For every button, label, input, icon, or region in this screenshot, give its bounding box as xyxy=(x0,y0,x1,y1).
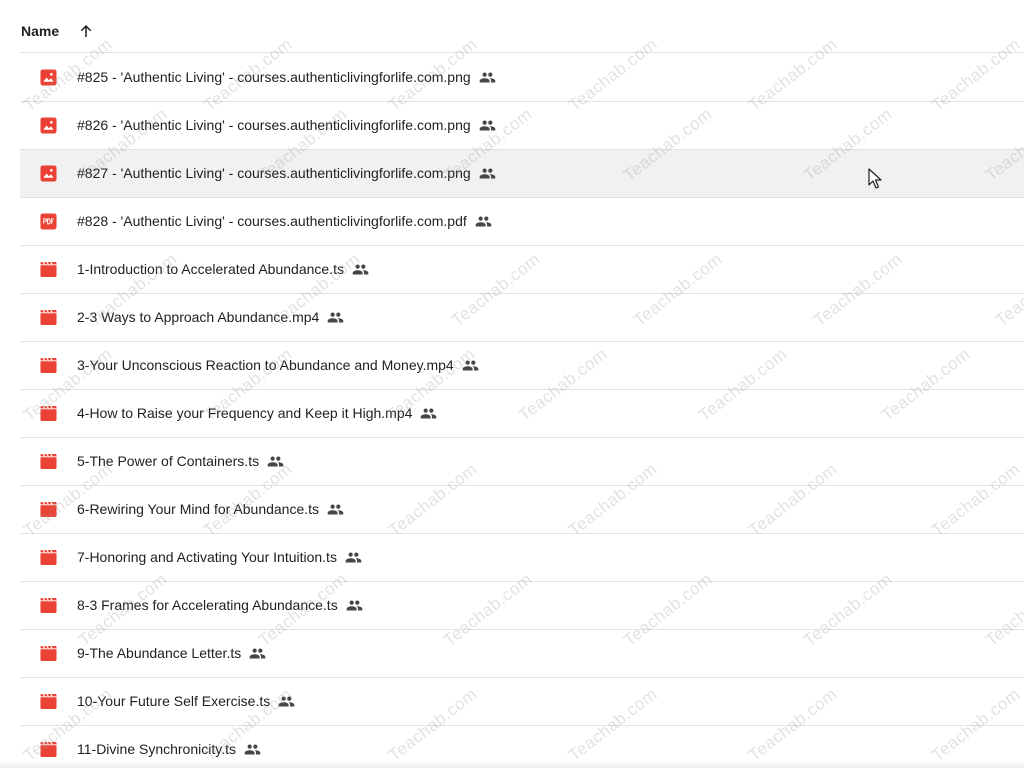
file-name[interactable]: 8-3 Frames for Accelerating Abundance.ts xyxy=(77,597,338,613)
name-column-header[interactable]: Name xyxy=(21,22,95,40)
file-name-cell[interactable]: #826 - 'Authentic Living' - courses.auth… xyxy=(77,116,496,135)
file-name[interactable]: 2-3 Ways to Approach Abundance.mp4 xyxy=(77,309,319,325)
file-row[interactable]: 4-How to Raise your Frequency and Keep i… xyxy=(20,390,1024,438)
file-name[interactable]: 9-The Abundance Letter.ts xyxy=(77,645,241,661)
image-file-icon xyxy=(40,117,57,134)
people-shared-icon xyxy=(267,453,284,470)
video-file-icon xyxy=(40,549,57,566)
file-name-cell[interactable]: #827 - 'Authentic Living' - courses.auth… xyxy=(77,164,496,183)
file-row[interactable]: 5-The Power of Containers.ts xyxy=(20,438,1024,486)
video-file-icon xyxy=(40,261,57,278)
video-file-icon xyxy=(40,693,57,710)
file-name-cell[interactable]: 3-Your Unconscious Reaction to Abundance… xyxy=(77,356,479,375)
file-name[interactable]: 7-Honoring and Activating Your Intuition… xyxy=(77,549,337,565)
file-list: Name #825 - 'Authentic Living' - courses… xyxy=(0,0,1024,768)
people-shared-icon xyxy=(345,549,362,566)
file-name-cell[interactable]: #828 - 'Authentic Living' - courses.auth… xyxy=(77,212,492,231)
file-row[interactable]: 8-3 Frames for Accelerating Abundance.ts xyxy=(20,582,1024,630)
video-file-icon xyxy=(40,645,57,662)
file-name[interactable]: #828 - 'Authentic Living' - courses.auth… xyxy=(77,213,467,229)
video-file-icon xyxy=(40,357,57,374)
file-name[interactable]: 10-Your Future Self Exercise.ts xyxy=(77,693,270,709)
people-shared-icon xyxy=(462,357,479,374)
people-shared-icon xyxy=(278,693,295,710)
file-name-cell[interactable]: 7-Honoring and Activating Your Intuition… xyxy=(77,548,362,567)
image-file-icon xyxy=(40,165,57,182)
file-row[interactable]: #826 - 'Authentic Living' - courses.auth… xyxy=(20,102,1024,150)
file-row[interactable]: 7-Honoring and Activating Your Intuition… xyxy=(20,534,1024,582)
file-row[interactable]: 1-Introduction to Accelerated Abundance.… xyxy=(20,246,1024,294)
file-name[interactable]: #827 - 'Authentic Living' - courses.auth… xyxy=(77,165,471,181)
file-name-cell[interactable]: 11-Divine Synchronicity.ts xyxy=(77,740,261,759)
file-name[interactable]: 5-The Power of Containers.ts xyxy=(77,453,259,469)
arrow-up-icon[interactable] xyxy=(77,22,95,40)
file-name[interactable]: 11-Divine Synchronicity.ts xyxy=(77,741,236,757)
file-name-cell[interactable]: 10-Your Future Self Exercise.ts xyxy=(77,692,295,711)
file-name-cell[interactable]: 2-3 Ways to Approach Abundance.mp4 xyxy=(77,308,344,327)
file-row[interactable]: #825 - 'Authentic Living' - courses.auth… xyxy=(20,54,1024,102)
people-shared-icon xyxy=(244,741,261,758)
people-shared-icon xyxy=(479,69,496,86)
file-row[interactable]: 6-Rewiring Your Mind for Abundance.ts xyxy=(20,486,1024,534)
header-divider xyxy=(20,52,1024,53)
file-name-cell[interactable]: 1-Introduction to Accelerated Abundance.… xyxy=(77,260,369,279)
image-file-icon xyxy=(40,69,57,86)
file-name-cell[interactable]: 9-The Abundance Letter.ts xyxy=(77,644,266,663)
column-header-row: Name xyxy=(0,0,1024,53)
file-row[interactable]: 3-Your Unconscious Reaction to Abundance… xyxy=(20,342,1024,390)
video-file-icon xyxy=(40,453,57,470)
video-file-icon xyxy=(40,501,57,518)
pdf-file-icon xyxy=(40,213,57,230)
file-name[interactable]: 6-Rewiring Your Mind for Abundance.ts xyxy=(77,501,319,517)
people-shared-icon xyxy=(479,117,496,134)
people-shared-icon xyxy=(249,645,266,662)
video-file-icon xyxy=(40,405,57,422)
people-shared-icon xyxy=(327,501,344,518)
file-name[interactable]: 4-How to Raise your Frequency and Keep i… xyxy=(77,405,412,421)
file-name[interactable]: #826 - 'Authentic Living' - courses.auth… xyxy=(77,117,471,133)
people-shared-icon xyxy=(475,213,492,230)
file-name-cell[interactable]: #825 - 'Authentic Living' - courses.auth… xyxy=(77,68,496,87)
people-shared-icon xyxy=(346,597,363,614)
bottom-edge-shadow xyxy=(0,760,1024,768)
people-shared-icon xyxy=(327,309,344,326)
name-column-label: Name xyxy=(21,23,60,39)
people-shared-icon xyxy=(479,165,496,182)
file-name-cell[interactable]: 6-Rewiring Your Mind for Abundance.ts xyxy=(77,500,344,519)
file-name-cell[interactable]: 8-3 Frames for Accelerating Abundance.ts xyxy=(77,596,363,615)
file-name[interactable]: #825 - 'Authentic Living' - courses.auth… xyxy=(77,69,471,85)
file-rows: #825 - 'Authentic Living' - courses.auth… xyxy=(0,54,1024,768)
video-file-icon xyxy=(40,597,57,614)
file-name-cell[interactable]: 4-How to Raise your Frequency and Keep i… xyxy=(77,404,437,423)
file-name[interactable]: 1-Introduction to Accelerated Abundance.… xyxy=(77,261,344,277)
people-shared-icon xyxy=(420,405,437,422)
file-row[interactable]: 9-The Abundance Letter.ts xyxy=(20,630,1024,678)
file-row[interactable]: 2-3 Ways to Approach Abundance.mp4 xyxy=(20,294,1024,342)
file-row[interactable]: 10-Your Future Self Exercise.ts xyxy=(20,678,1024,726)
file-name[interactable]: 3-Your Unconscious Reaction to Abundance… xyxy=(77,357,454,373)
video-file-icon xyxy=(40,309,57,326)
file-name-cell[interactable]: 5-The Power of Containers.ts xyxy=(77,452,284,471)
people-shared-icon xyxy=(352,261,369,278)
video-file-icon xyxy=(40,741,57,758)
file-row[interactable]: #828 - 'Authentic Living' - courses.auth… xyxy=(20,198,1024,246)
mouse-cursor-icon xyxy=(868,168,882,189)
